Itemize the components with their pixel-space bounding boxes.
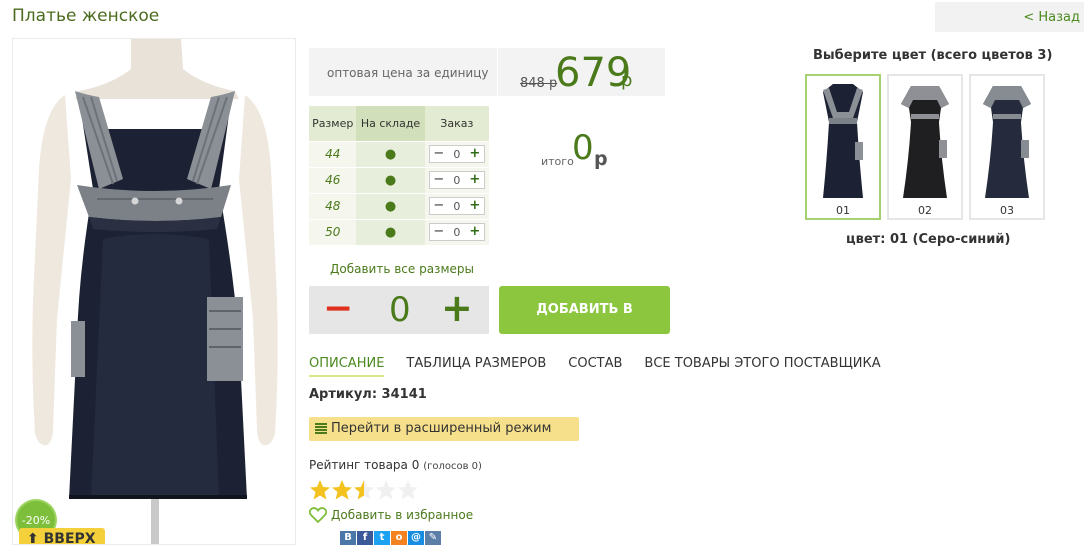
total-currency: р (594, 148, 608, 170)
star-icon[interactable] (309, 479, 331, 501)
in-stock-icon: ● (356, 218, 425, 245)
quantity-input[interactable]: 0 (448, 226, 466, 239)
quantity-value[interactable]: 0 (389, 290, 411, 330)
price-currency: р (621, 70, 633, 91)
color-chooser-title: Выберите цвет (всего цветов 3) (813, 48, 1053, 63)
star-empty-icon[interactable] (397, 479, 419, 501)
star-empty-icon[interactable] (375, 479, 397, 501)
quantity-stepper: − 0 + (428, 145, 485, 163)
rating-stars[interactable] (309, 479, 419, 501)
tab-supplier-products[interactable]: ВСЕ ТОВАРЫ ЭТОГО ПОСТАВЩИКА (644, 356, 880, 377)
in-stock-icon: ● (356, 140, 425, 167)
decrease-button[interactable]: − (430, 224, 448, 240)
order-cell: − 0 + (424, 192, 489, 219)
table-row: 50 ● − 0 + (309, 218, 489, 245)
facebook-icon[interactable]: f (357, 531, 373, 545)
price-box: оптовая цена за единицу 848 р 679 р (309, 48, 665, 96)
order-cell: − 0 + (424, 218, 489, 245)
dress-image (32, 39, 278, 544)
decrease-button[interactable]: − (323, 289, 353, 329)
product-photo[interactable]: -20% ⬆ ВВЕРХ (12, 38, 296, 545)
page-title: Платье женское (12, 6, 160, 26)
color-swatch[interactable]: 03 (969, 74, 1045, 220)
mail-icon[interactable]: @ (408, 531, 424, 545)
quantity-stepper-main: − 0 + (309, 286, 489, 334)
quantity-input[interactable]: 0 (448, 200, 466, 213)
table-row: 46 ● − 0 + (309, 166, 489, 193)
extended-mode-label: Перейти в расширенный режим (331, 421, 552, 436)
swatch-label: 02 (918, 204, 932, 217)
quantity-stepper: − 0 + (428, 171, 485, 189)
rating-text: Рейтинг товара 0 (голосов 0) (309, 458, 482, 472)
product-tabs: ОПИСАНИЕ ТАБЛИЦА РАЗМЕРОВ СОСТАВ ВСЕ ТОВ… (309, 356, 903, 377)
quantity-stepper: − 0 + (428, 223, 485, 242)
price-label: оптовая цена за единицу (327, 66, 489, 80)
selected-color-label: цвет: 01 (Серо-синий) (846, 232, 1011, 247)
order-header: Заказ (424, 106, 489, 141)
decrease-button[interactable]: − (430, 198, 448, 214)
increase-button[interactable]: + (466, 172, 484, 188)
swatch-label: 01 (836, 204, 850, 217)
stock-header: На складе (356, 106, 425, 141)
total-value: 0 (572, 128, 594, 168)
livejournal-icon[interactable]: ✎ (425, 531, 441, 545)
rating-votes: (голосов 0) (423, 461, 482, 472)
star-half-icon[interactable] (353, 479, 375, 501)
tab-description[interactable]: ОПИСАНИЕ (309, 356, 385, 377)
social-share-bar: В f t о @ ✎ (340, 531, 441, 545)
order-cell: − 0 + (424, 166, 489, 193)
swatch-image (823, 84, 863, 198)
order-cell: − 0 + (424, 140, 489, 167)
quantity-stepper: − 0 + (428, 197, 485, 215)
size-value: 46 (309, 166, 357, 193)
twitter-icon[interactable]: t (374, 531, 390, 545)
current-price: 679 (555, 50, 632, 96)
favorites-label: Добавить в избранное (331, 508, 474, 522)
in-stock-icon: ● (356, 192, 425, 219)
total-label: итого (541, 155, 574, 168)
size-header: Размер (309, 106, 357, 141)
increase-button[interactable]: + (441, 288, 473, 328)
sku-label: Артикул: 34141 (309, 387, 427, 402)
add-all-sizes-link[interactable]: Добавить все размеры (330, 262, 474, 276)
star-icon[interactable] (331, 479, 353, 501)
old-price: 848 р (520, 76, 558, 91)
decrease-button[interactable]: − (430, 146, 448, 162)
scroll-up-button[interactable]: ⬆ ВВЕРХ (19, 528, 105, 544)
in-stock-icon: ● (356, 166, 425, 193)
decrease-button[interactable]: − (430, 172, 448, 188)
price-divider (497, 48, 498, 96)
back-button[interactable]: < Назад (935, 2, 1084, 32)
list-icon (315, 423, 327, 434)
color-swatch[interactable]: 01 (805, 74, 881, 220)
quantity-input[interactable]: 0 (448, 174, 466, 187)
size-value: 44 (309, 140, 357, 167)
extended-mode-button[interactable]: Перейти в расширенный режим (309, 417, 579, 441)
add-to-cart-button[interactable]: ДОБАВИТЬ В КОРЗИНУ (499, 286, 670, 365)
table-row: 44 ● − 0 + (309, 140, 489, 167)
size-table: Размер На складе Заказ 44 ● − 0 + 46 ● − (309, 106, 489, 245)
tab-size-chart[interactable]: ТАБЛИЦА РАЗМЕРОВ (406, 356, 546, 377)
size-value: 50 (309, 218, 357, 245)
size-value: 48 (309, 192, 357, 219)
odnoklassniki-icon[interactable]: о (391, 531, 407, 545)
increase-button[interactable]: + (466, 198, 484, 214)
swatch-image (901, 86, 949, 198)
swatch-label: 03 (1000, 204, 1014, 217)
tab-composition[interactable]: СОСТАВ (568, 356, 622, 377)
rating-label: Рейтинг товара 0 (309, 458, 420, 472)
increase-button[interactable]: + (466, 224, 484, 240)
color-swatches: 01 02 03 (805, 74, 1045, 220)
heart-icon (309, 507, 327, 523)
swatch-image (983, 86, 1031, 198)
vk-icon[interactable]: В (340, 531, 356, 545)
color-swatch[interactable]: 02 (887, 74, 963, 220)
increase-button[interactable]: + (466, 146, 484, 162)
quantity-input[interactable]: 0 (448, 148, 466, 161)
table-row: 48 ● − 0 + (309, 192, 489, 219)
